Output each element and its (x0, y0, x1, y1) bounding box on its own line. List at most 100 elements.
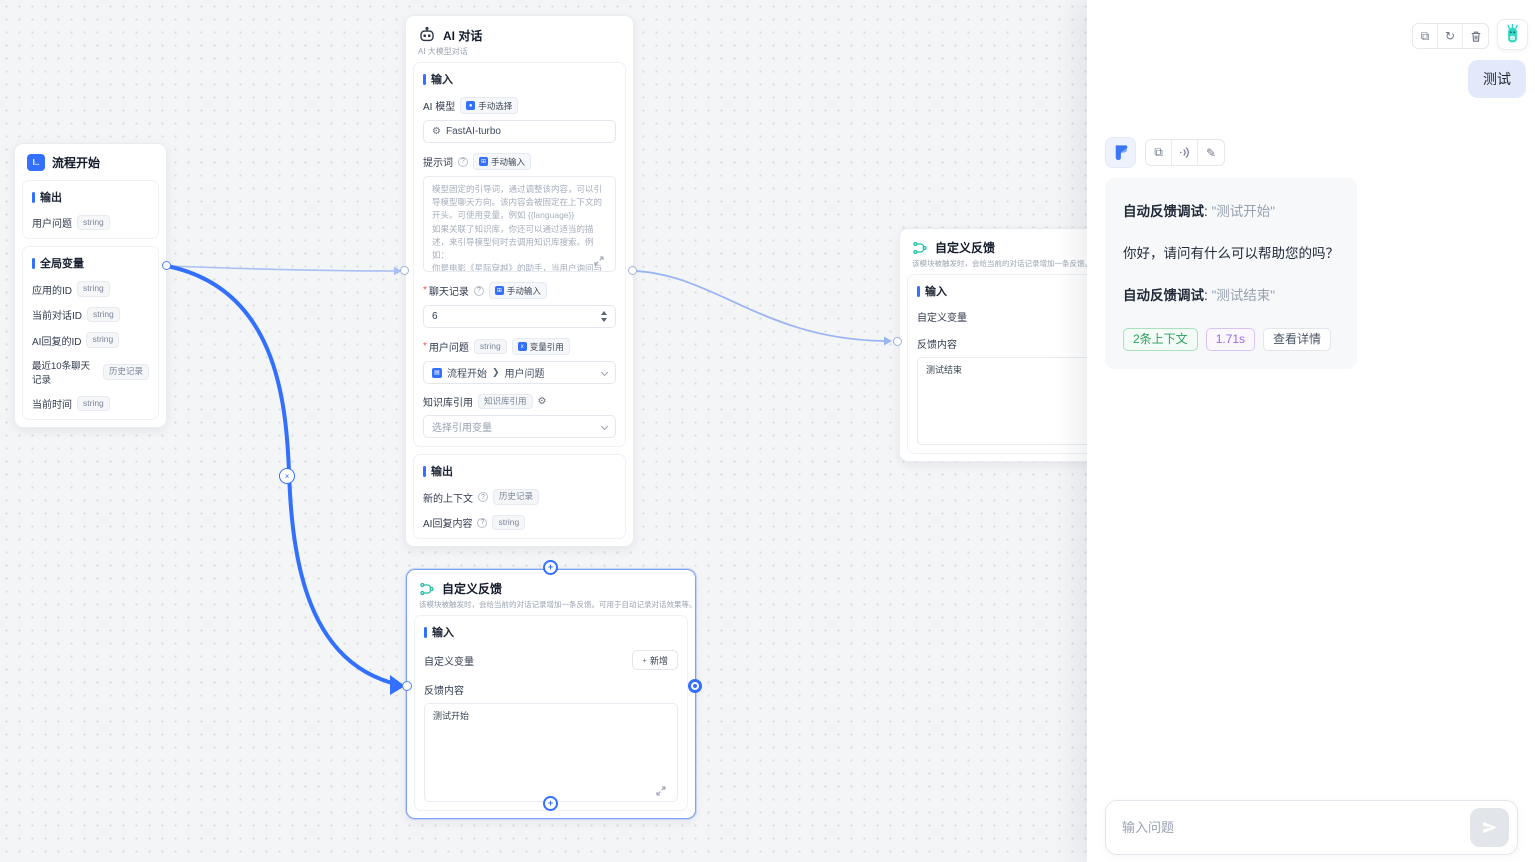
context-count-tag[interactable]: 2条上下文 (1123, 328, 1198, 351)
section-bar (423, 74, 426, 85)
type-badge: 知识库引用 (478, 394, 533, 409)
output-label: 新的上下文 (423, 490, 473, 505)
reset-chat-button[interactable]: ↻ (1438, 24, 1463, 48)
output-row: AI回复内容 ? string (423, 515, 616, 530)
prompt-mode-badge[interactable]: ⊞手动输入 (473, 153, 531, 170)
stepper-down-icon[interactable] (601, 318, 607, 322)
help-icon[interactable]: ? (477, 518, 487, 528)
section-bar (424, 627, 427, 638)
delete-chat-button[interactable] (1463, 24, 1488, 48)
edge-delete-button[interactable]: × (279, 468, 295, 484)
feedback-input-section: 输入 自定义变量 反馈内容 测试结束 (907, 274, 1103, 454)
output-row: 用户问题 string (32, 215, 149, 230)
feedback-debug-line: 自动反馈调试: "测试开始" (1123, 202, 1339, 222)
node-custom-feedback-side[interactable]: 自定义反馈 该模块被触发时，会给当前的对话记录增加一条反馈。可用于自动记录对话效… (899, 228, 1111, 462)
node-title: 自定义反馈 (935, 239, 995, 256)
variable-row: 当前时间string (32, 396, 149, 411)
section-title: 输入 (925, 283, 947, 299)
history-mode-badge[interactable]: ⊞手动输入 (489, 282, 547, 299)
stepper-up-icon[interactable] (601, 311, 607, 315)
feedback-content-label: 反馈内容 (424, 682, 464, 697)
edge-ai-to-feedback[interactable] (633, 271, 884, 341)
keyboard-mini-icon: ⊞ (479, 157, 488, 166)
history-count-value: 6 (432, 311, 438, 322)
edit-message-button[interactable]: ✎ (1198, 140, 1224, 165)
custom-variable-label: 自定义变量 (424, 653, 474, 668)
handle-feedback-output[interactable] (688, 679, 702, 693)
flow-start-output-section: 输出 用户问题 string (22, 180, 159, 239)
chat-input[interactable] (1106, 820, 1470, 835)
message-toolbar: ⧉ ✎ (1145, 139, 1225, 166)
type-badge: string (86, 332, 119, 347)
copy-chat-button[interactable]: ⧉ (1413, 24, 1438, 48)
node-custom-feedback[interactable]: 自定义反馈 该模块被触发时，会给当前的对话记录增加一条反馈。可用于自动记录对话效… (406, 569, 696, 819)
trash-icon (1470, 30, 1482, 43)
assistant-message-bubble: 自动反馈调试: "测试开始" 你好，请问有什么可以帮助您的吗？ 自动反馈调试: … (1105, 178, 1357, 369)
variable-mini-icon: x (518, 342, 527, 351)
history-label: 聊天记录 (429, 283, 469, 298)
model-label: AI 模型 (423, 98, 455, 113)
question-mode-badge[interactable]: x变量引用 (512, 338, 570, 355)
section-bar (423, 466, 426, 477)
kb-settings-icon[interactable]: ⚙ (538, 396, 547, 407)
kb-placeholder: 选择引用变量 (432, 419, 492, 434)
variable-row: AI回复的IDstring (32, 332, 149, 347)
type-badge: string (87, 307, 120, 322)
type-badge: string (492, 515, 525, 530)
section-title: 输出 (431, 463, 453, 479)
question-label: 用户问题 (429, 339, 469, 354)
flow-start-variables-section: 全局变量 应用的IDstring 当前对话IDstring AI回复的IDstr… (22, 246, 159, 420)
section-title: 输出 (40, 189, 62, 205)
view-detail-button[interactable]: 查看详情 (1263, 328, 1331, 351)
plus-icon: + (642, 656, 647, 665)
handle-ai-chat-input[interactable] (400, 266, 409, 275)
number-stepper[interactable] (601, 311, 607, 322)
feedback-content-textarea[interactable]: 测试开始 (424, 703, 678, 802)
handle-ai-chat-output[interactable] (628, 266, 637, 275)
type-badge: string (77, 215, 110, 230)
handle-flow-start-output[interactable] (162, 261, 171, 270)
type-badge: string (77, 396, 110, 411)
question-source-select[interactable]: ▤ 流程开始 ❯ 用户问题 (423, 361, 616, 384)
chat-test-panel: ⧉ ↻ 测试 ⧉ ✎ 自动反馈调试: "测试开始" 你好，请问有什么可以帮助您的… (1087, 0, 1535, 862)
ai-chat-output-section: 输出 新的上下文 ? 历史记录 AI回复内容 ? string (413, 454, 626, 539)
copy-message-button[interactable]: ⧉ (1146, 140, 1172, 165)
tts-button[interactable] (1172, 140, 1198, 165)
history-count-input[interactable]: 6 (423, 305, 616, 328)
kb-select[interactable]: 选择引用变量 (423, 415, 616, 438)
handle-feedback-input[interactable] (402, 681, 412, 691)
help-icon[interactable]: ? (458, 157, 468, 167)
send-button[interactable] (1470, 808, 1509, 847)
mascot-avatar (1502, 24, 1523, 45)
handle-feedback-bottom[interactable]: + (543, 796, 558, 811)
help-icon[interactable]: ? (478, 492, 488, 502)
expand-icon[interactable] (594, 256, 604, 266)
kb-label: 知识库引用 (423, 394, 473, 409)
feedback-content-label: 反馈内容 (917, 336, 957, 351)
feedback-debug-line: 自动反馈调试: "测试结束" (1123, 286, 1339, 306)
feedback-icon (419, 581, 435, 597)
fastgpt-logo-icon (1111, 143, 1130, 162)
expand-icon[interactable] (656, 786, 666, 796)
handle-feedback-side-input[interactable] (893, 337, 902, 346)
section-bar (917, 286, 920, 297)
add-variable-button[interactable]: +新增 (632, 650, 678, 670)
model-mode-badge[interactable]: ●手动选择 (460, 97, 518, 114)
app-avatar-button[interactable] (1497, 19, 1528, 50)
response-time-tag[interactable]: 1.71s (1206, 328, 1255, 351)
output-label: 用户问题 (32, 215, 72, 230)
handle-feedback-top[interactable]: + (543, 560, 558, 575)
node-title: 自定义反馈 (442, 580, 502, 597)
chat-input-bar (1105, 800, 1518, 855)
ai-chat-input-section: 输入 AI 模型 ●手动选择 ⚙ FastAI-turbo 提示词 ? ⊞手动输… (413, 62, 626, 447)
feedback-content-textarea[interactable]: 测试结束 (917, 357, 1093, 445)
model-select[interactable]: ⚙ FastAI-turbo (423, 120, 616, 143)
node-ai-chat[interactable]: AI 对话 AI 大模型对话 输入 AI 模型 ●手动选择 ⚙ FastAI-t… (405, 15, 634, 547)
type-badge: string (77, 281, 110, 296)
user-message-bubble: 测试 (1468, 60, 1526, 98)
help-icon[interactable]: ? (474, 286, 484, 296)
node-flow-start[interactable]: I.. 流程开始 输出 用户问题 string 全局变量 应用的IDstring… (14, 143, 167, 428)
send-icon (1481, 819, 1498, 836)
prompt-textarea[interactable]: 模型固定的引导词，通过调整该内容，可以引导模型聊天方向。该内容会被固定在上下文的… (423, 176, 616, 272)
edge-start-to-ai[interactable] (167, 266, 394, 271)
